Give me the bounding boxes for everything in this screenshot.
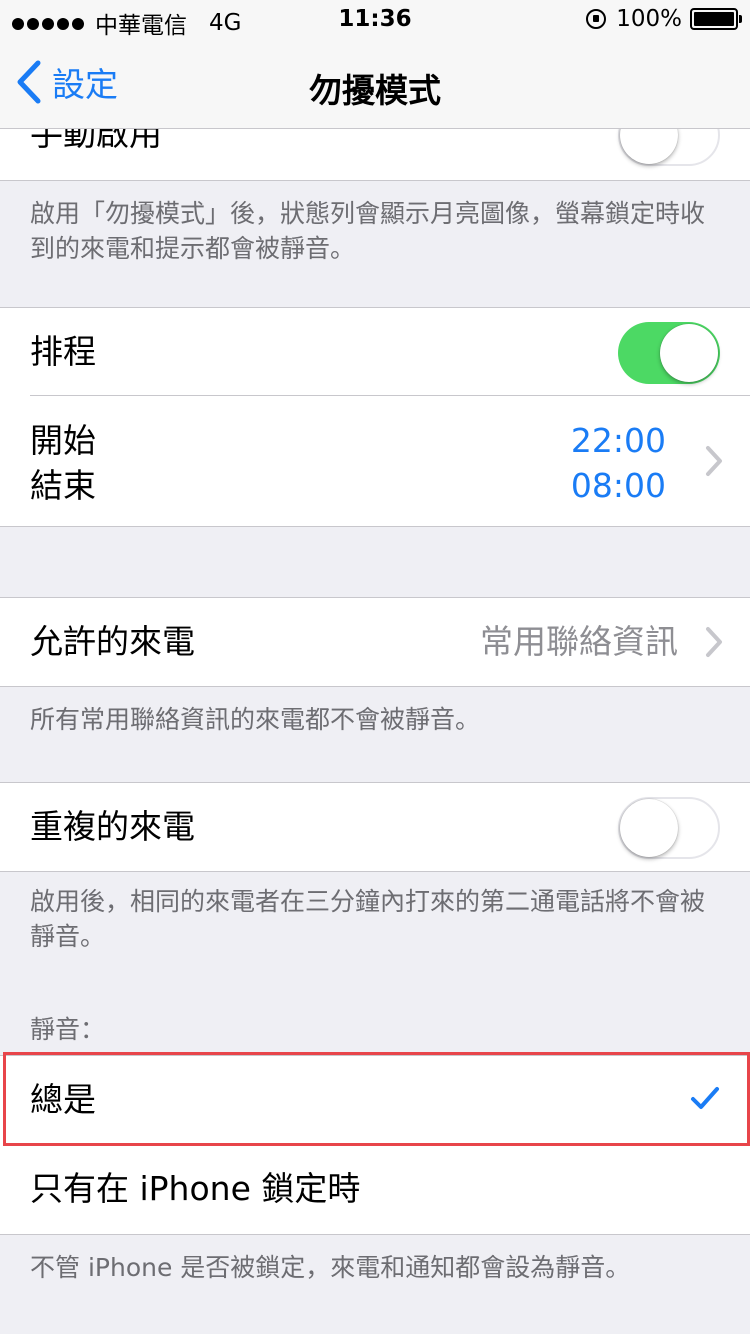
repeated-calls-toggle[interactable] xyxy=(618,797,720,859)
allow-calls-footer: 所有常用聯絡資訊的來電都不會被靜音。 xyxy=(30,705,481,734)
allow-calls-group: 允許的來電 常用聯絡資訊 xyxy=(0,597,750,687)
allow-calls-value: 常用聯絡資訊 xyxy=(480,622,678,661)
schedule-time-row[interactable]: 開始 結束 22:00 08:00 xyxy=(0,396,750,526)
option-label: 總是 xyxy=(30,1080,96,1119)
repeated-calls-footer: 啟用後，相同的來電者在三分鐘內打來的第二通電話將不會被靜音。 xyxy=(30,887,706,951)
allow-calls-row[interactable]: 允許的來電 常用聯絡資訊 xyxy=(0,598,750,686)
rotation-lock-icon xyxy=(586,9,607,29)
silence-option-locked[interactable]: 只有在 iPhone 鎖定時 xyxy=(0,1144,750,1234)
silence-group: 總是 只有在 iPhone 鎖定時 xyxy=(0,1055,750,1235)
manual-footer: 啟用「勿擾模式」後，狀態列會顯示月亮圖像，螢幕鎖定時收到的來電和提示都會被靜音。 xyxy=(30,199,706,263)
toggle-knob xyxy=(660,324,718,382)
schedule-group: 排程 開始 結束 22:00 08:00 xyxy=(0,307,750,527)
status-right: 100% xyxy=(586,6,742,32)
option-label: 只有在 iPhone 鎖定時 xyxy=(30,1169,361,1208)
silence-option-always[interactable]: 總是 xyxy=(0,1056,750,1144)
end-time: 08:00 xyxy=(570,466,666,505)
toggle-knob xyxy=(620,799,678,857)
navigation-bar: 設定 勿擾模式 xyxy=(0,40,750,129)
silence-header: 靜音： xyxy=(30,1015,106,1044)
checkmark-icon xyxy=(691,1087,719,1109)
schedule-label: 排程 xyxy=(30,332,96,371)
chevron-right-icon xyxy=(706,446,722,476)
allow-calls-label: 允許的來電 xyxy=(30,622,195,661)
battery-percent: 100% xyxy=(616,6,682,32)
status-bar: 中華電信 4G 11:36 100% xyxy=(0,0,750,40)
start-label: 開始 xyxy=(30,421,96,460)
page-title: 勿擾模式 xyxy=(309,71,441,110)
silence-footer: 不管 iPhone 是否被鎖定，來電和通知都會設為靜音。 xyxy=(30,1253,631,1282)
repeated-calls-row: 重複的來電 xyxy=(0,783,750,871)
repeated-calls-label: 重複的來電 xyxy=(30,807,195,846)
start-time: 22:00 xyxy=(570,421,666,460)
schedule-row: 排程 xyxy=(0,308,750,396)
chevron-right-icon xyxy=(706,627,722,657)
end-label: 結束 xyxy=(30,466,96,505)
repeated-calls-group: 重複的來電 xyxy=(0,782,750,872)
schedule-toggle[interactable] xyxy=(618,322,720,384)
battery-icon xyxy=(690,8,742,30)
